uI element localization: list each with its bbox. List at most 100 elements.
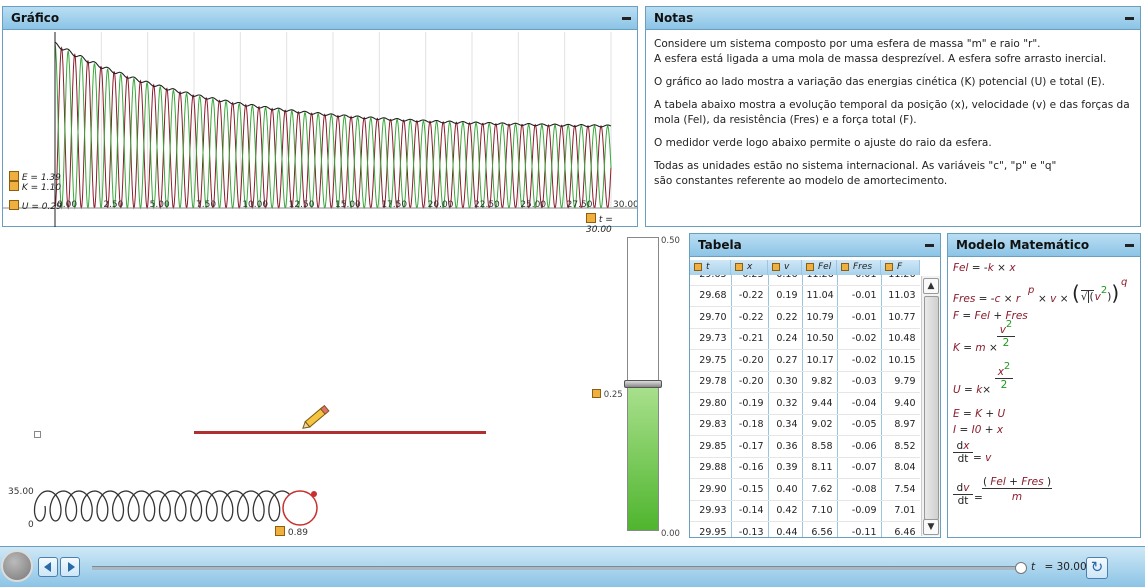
- table-cell: 8.04: [881, 457, 920, 479]
- table-cell: -0.02: [837, 349, 882, 372]
- x-tick-label: 10.00: [242, 200, 268, 210]
- table-cell: -0.19: [731, 392, 769, 415]
- table-row[interactable]: 29.83 -0.18 0.34 9.02 -0.05 8.97: [690, 414, 920, 436]
- notas-paragraph: Todas as unidades estão no sistema inter…: [654, 160, 1057, 187]
- table-scrollbar[interactable]: ▲ ▼: [921, 276, 940, 536]
- table-cell: 11.03: [881, 285, 920, 307]
- table-row[interactable]: 29.93 -0.14 0.42 7.10 -0.09 7.01: [690, 500, 920, 522]
- table-cell: 29.78: [690, 371, 732, 393]
- table-cell: 0.24: [768, 328, 803, 350]
- slider-thumb[interactable]: [624, 380, 662, 388]
- header-fres[interactable]: Fres: [837, 260, 881, 275]
- step-back-icon[interactable]: [38, 557, 58, 577]
- sphere[interactable]: [280, 488, 320, 528]
- x-tick-label: 17.50: [381, 200, 407, 210]
- table-cell: -0.17: [731, 435, 769, 458]
- table-row[interactable]: 29.68 -0.22 0.19 11.04 -0.01 11.03: [690, 285, 920, 307]
- eq-dxdt: = v: [973, 452, 992, 464]
- table-cell: 0.22: [768, 306, 803, 329]
- table-cell: 10.15: [881, 349, 920, 372]
- header-fel[interactable]: Fel: [802, 260, 837, 275]
- data-table: 29.65-0.230.1611.26-0.0111.2629.68-0.220…: [690, 264, 920, 537]
- minimize-icon[interactable]: [1125, 244, 1134, 247]
- player-bar: t = 30.00 ↻: [0, 546, 1145, 587]
- table-cell: 0.32: [768, 392, 803, 415]
- eq-fres-mid: × v ×: [1038, 293, 1069, 305]
- play-icon[interactable]: [1, 550, 33, 582]
- spring-path: [33, 490, 296, 522]
- table-cell: 9.79: [881, 371, 920, 393]
- table-viewport: t x v Fel Fres F 29.65-0.230.1611.26-0.0…: [690, 260, 920, 537]
- x-tick-label: 2.50: [103, 200, 123, 210]
- legend-u: U = 0.29: [9, 200, 62, 212]
- x-tick-label: 30.00: [613, 200, 637, 210]
- scroll-up-icon[interactable]: ▲: [923, 278, 939, 294]
- table-cell: 7.01: [881, 500, 920, 522]
- table-cell: -0.06: [837, 435, 882, 458]
- modelo-panel: Modelo Matemático Fel = -k × x Fres = -c…: [947, 233, 1141, 538]
- table-cell: -0.04: [837, 392, 882, 415]
- table-row[interactable]: 29.88 -0.16 0.39 8.11 -0.07 8.04: [690, 457, 920, 479]
- table-row[interactable]: 29.73 -0.21 0.24 10.50 -0.02 10.48: [690, 328, 920, 350]
- grafico-title: Gráfico: [11, 11, 60, 25]
- grafico-panel: Gráfico 0.00 2.50 5.00 7.50 10.00 12.50 15.00 1…: [2, 6, 638, 235]
- table-cell: -0.20: [731, 371, 769, 393]
- table-cell: 9.82: [802, 371, 838, 393]
- table-cell: -0.20: [731, 349, 769, 372]
- header-v[interactable]: v: [768, 260, 802, 275]
- table-row[interactable]: 29.95 -0.13 0.44 6.56 -0.11 6.46: [690, 521, 920, 537]
- minimize-icon[interactable]: [1125, 17, 1134, 20]
- header-x[interactable]: x: [731, 260, 768, 275]
- table-row[interactable]: 29.80 -0.19 0.32 9.44 -0.04 9.40: [690, 392, 920, 415]
- table-row[interactable]: 29.85 -0.17 0.36 8.58 -0.06 8.52: [690, 435, 920, 458]
- grafico-title-bar: Gráfico: [3, 7, 637, 30]
- table-row[interactable]: 29.78 -0.20 0.30 9.82 -0.03 9.79: [690, 371, 920, 393]
- table-cell: 29.90: [690, 478, 732, 501]
- eq-fel: Fel = -k × x: [953, 262, 1016, 274]
- scroll-down-icon[interactable]: ▼: [923, 519, 939, 535]
- table-row[interactable]: 29.70 -0.22 0.22 10.79 -0.01 10.77: [690, 306, 920, 329]
- legend-t: t = 30.00: [586, 213, 637, 235]
- table-cell: 29.85: [690, 435, 732, 458]
- table-cell: -0.01: [837, 306, 882, 329]
- scene-handle[interactable]: [34, 431, 41, 438]
- time-slider-thumb[interactable]: [1015, 562, 1027, 574]
- table-cell: -0.15: [731, 478, 769, 501]
- step-forward-icon[interactable]: [60, 557, 80, 577]
- radius-slider[interactable]: [624, 237, 662, 531]
- reset-icon[interactable]: ↻: [1086, 557, 1108, 579]
- table-cell: 10.50: [802, 328, 838, 350]
- scroll-thumb[interactable]: [924, 296, 939, 520]
- table-row[interactable]: 29.75 -0.20 0.27 10.17 -0.02 10.15: [690, 349, 920, 372]
- table-cell: 29.83: [690, 414, 732, 436]
- notas-paragraph: A tabela abaixo mostra a evolução tempor…: [654, 99, 1130, 126]
- time-slider[interactable]: [92, 566, 1022, 570]
- table-cell: 29.95: [690, 521, 732, 537]
- table-cell: -0.09: [837, 500, 882, 522]
- header-f[interactable]: F: [881, 260, 920, 275]
- table-cell: -0.22: [731, 306, 769, 329]
- minimize-icon[interactable]: [622, 17, 631, 20]
- table-cell: 29.80: [690, 392, 732, 415]
- table-cell: 29.68: [690, 285, 732, 307]
- eq-e: E = K + U: [953, 408, 1006, 420]
- table-cell: 10.17: [802, 349, 838, 372]
- table-cell: 0.44: [768, 521, 803, 537]
- x-tick-label: 20.00: [428, 200, 454, 210]
- slider-min-label: 0.00: [661, 529, 680, 539]
- table-cell: 0.40: [768, 478, 803, 501]
- table-cell: 0.39: [768, 457, 803, 479]
- table-cell: 0.27: [768, 349, 803, 372]
- table-cell: 6.56: [802, 521, 838, 537]
- table-row[interactable]: 29.90 -0.15 0.40 7.62 -0.08 7.54: [690, 478, 920, 501]
- slider-value: 0.25: [592, 389, 623, 400]
- eq-u: U = k×: [953, 384, 992, 396]
- header-t[interactable]: t: [690, 260, 731, 275]
- minimize-icon[interactable]: [925, 244, 934, 247]
- table-cell: 11.04: [802, 285, 838, 307]
- pencil-icon[interactable]: [300, 400, 334, 434]
- modelo-title: Modelo Matemático: [956, 238, 1090, 252]
- table-cell: -0.07: [837, 457, 882, 479]
- table-cell: 29.73: [690, 328, 732, 350]
- table-cell: 10.48: [881, 328, 920, 350]
